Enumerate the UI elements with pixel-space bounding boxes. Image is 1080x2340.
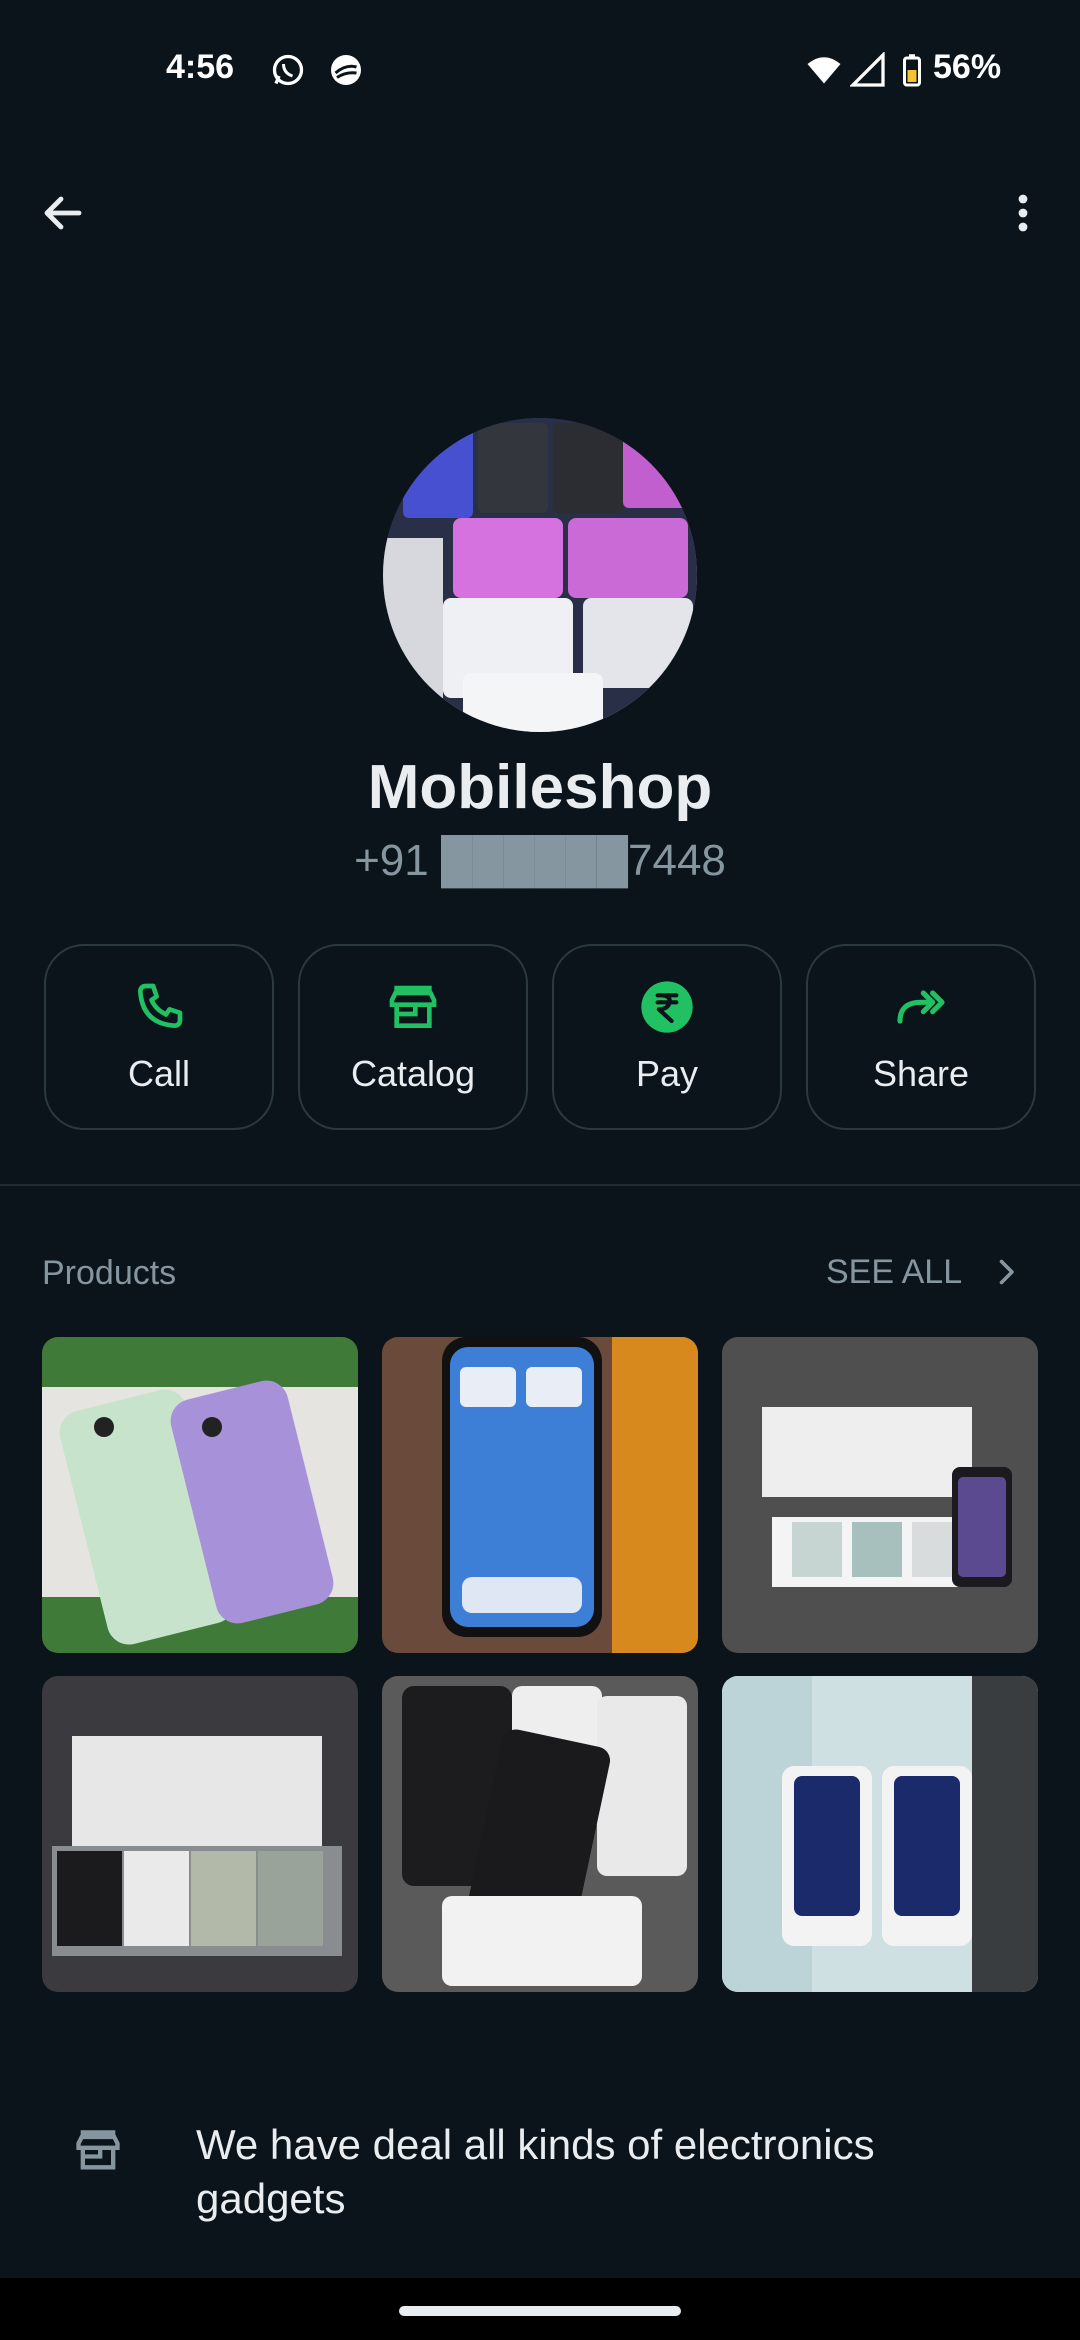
- chevron-right-icon: [999, 1259, 1014, 1285]
- more-options-button[interactable]: [990, 180, 1056, 246]
- catalog-button[interactable]: Catalog: [298, 944, 528, 1130]
- signal-icon: [850, 52, 885, 87]
- see-all-label: SEE ALL: [826, 1252, 963, 1291]
- catalog-label: Catalog: [350, 1053, 476, 1094]
- battery-percentage: 56%: [933, 48, 1002, 86]
- product-thumb[interactable]: [382, 1676, 698, 1992]
- profile-phone: +91 ██████7448: [354, 836, 726, 885]
- product-thumb[interactable]: [382, 1337, 698, 1653]
- rupee-icon: [641, 981, 693, 1033]
- share-button[interactable]: Share: [806, 944, 1036, 1130]
- product-thumb[interactable]: [722, 1337, 1038, 1653]
- product-thumb[interactable]: [42, 1337, 358, 1653]
- share-label: Share: [872, 1053, 970, 1094]
- pay-button[interactable]: Pay: [552, 944, 782, 1130]
- call-button[interactable]: Call: [44, 944, 274, 1130]
- product-thumb[interactable]: [42, 1676, 358, 1992]
- phone-icon: [138, 983, 183, 1028]
- product-thumb[interactable]: [722, 1676, 1038, 1992]
- whatsapp-icon: [272, 54, 304, 86]
- pay-label: Pay: [635, 1053, 699, 1094]
- storefront-icon: [389, 985, 437, 1028]
- see-all-button[interactable]: SEE ALL: [826, 1246, 1024, 1298]
- wifi-icon: [807, 57, 841, 84]
- more-vert-icon: [1018, 194, 1028, 232]
- status-time: 4:56: [166, 48, 235, 86]
- section-divider: [0, 1184, 1080, 1186]
- call-label: Call: [127, 1053, 190, 1094]
- storefront-icon: [76, 2130, 120, 2170]
- back-arrow-icon: [44, 196, 82, 230]
- home-gesture-handle[interactable]: [399, 2306, 681, 2316]
- browser-icon: [331, 55, 361, 85]
- profile-avatar[interactable]: [383, 418, 697, 732]
- forward-arrow-icon: [897, 990, 945, 1024]
- profile-name: Mobileshop: [367, 753, 713, 822]
- battery-icon: [903, 54, 921, 87]
- products-title: Products: [42, 1254, 177, 1292]
- business-description: We have deal all kinds of electronics ga…: [196, 2121, 875, 2222]
- back-button[interactable]: [30, 180, 96, 246]
- phones-boxes-image: [383, 418, 697, 732]
